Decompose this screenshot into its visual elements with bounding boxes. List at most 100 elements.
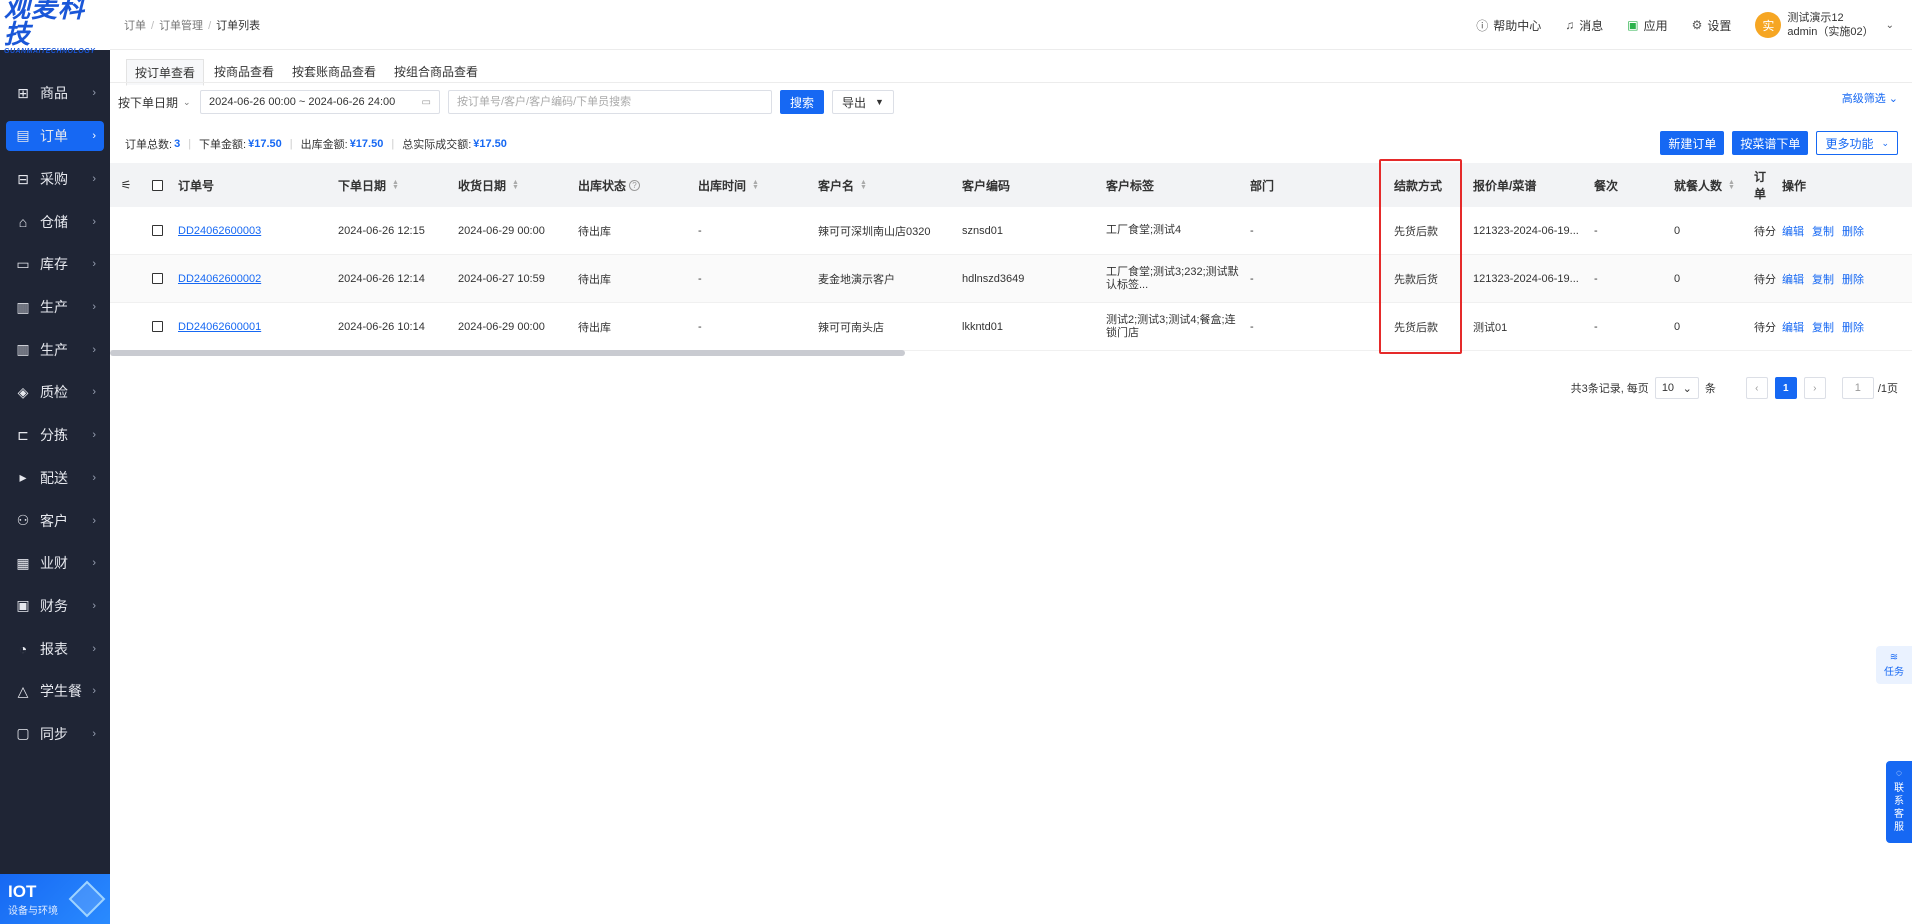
sidebar-item-6[interactable]: ▥ 生产 ›	[0, 328, 110, 371]
sidebar-item-9[interactable]: ▸ 配送 ›	[0, 457, 110, 500]
export-label: 导出	[842, 95, 867, 110]
breadcrumb-item[interactable]: 订单	[124, 20, 146, 32]
col-people-label: 就餐人数	[1674, 178, 1723, 193]
page-jump-input[interactable]: 1	[1841, 377, 1874, 399]
row-checkbox[interactable]	[142, 303, 172, 350]
row-checkbox[interactable]	[142, 255, 172, 302]
chevron-down-icon: ⌄	[1888, 93, 1898, 105]
breadcrumb: 订单 / 订单管理 / 订单列表	[124, 19, 261, 32]
date-type-select[interactable]: 按下单日期 ⌄	[118, 94, 200, 111]
order-id-link[interactable]: DD24062600001	[172, 303, 332, 350]
order-by-menu-button[interactable]: 按菜谱下单	[1732, 131, 1809, 155]
help-icon[interactable]: ?	[629, 179, 641, 191]
meal: -	[1588, 255, 1668, 302]
sidebar-item-8[interactable]: ⊏ 分拣 ›	[0, 414, 110, 457]
sidebar-item-11[interactable]: ▦ 业财 ›	[0, 542, 110, 585]
iot-banner[interactable]: IOT 设备与环境	[0, 874, 110, 924]
edit-link[interactable]: 编辑	[1782, 319, 1804, 335]
recv-date: 2024-06-29 00:00	[452, 207, 572, 254]
sidebar-item-5[interactable]: ▥ 生产 ›	[0, 286, 110, 329]
cs-char: 服	[1894, 822, 1904, 833]
logo-brand: 观麦科技	[4, 0, 86, 50]
sidebar-item-10[interactable]: ⚇ 客户 ›	[0, 499, 110, 542]
order-id-link[interactable]: DD24062600002	[172, 255, 332, 302]
messages-button[interactable]: ♫ 消息	[1565, 17, 1603, 34]
copy-link[interactable]: 复制	[1812, 319, 1834, 335]
sidebar-item-14[interactable]: △ 学生餐 ›	[0, 670, 110, 713]
advanced-filter-link[interactable]: 高级筛选 ⌄	[1842, 90, 1898, 106]
row-spacer	[110, 207, 142, 254]
new-order-button[interactable]: 新建订单	[1660, 131, 1725, 155]
page-1-button[interactable]: 1	[1774, 377, 1797, 399]
sync-icon: ▢	[16, 725, 30, 742]
row-spacer	[110, 303, 142, 350]
edit-link[interactable]: 编辑	[1782, 271, 1804, 287]
sidebar-item-12[interactable]: ▣ 财务 ›	[0, 585, 110, 628]
export-button[interactable]: 导出 ▼	[832, 90, 894, 114]
row-checkbox[interactable]	[142, 207, 172, 254]
edit-link[interactable]: 编辑	[1782, 223, 1804, 239]
sidebar-item-1[interactable]: ▤ 订单 ›	[6, 120, 104, 151]
col-people[interactable]: 就餐人数 ▲ ▼	[1668, 163, 1748, 207]
sidebar: 观麦科技 GUANMAITECHNOLOGY ⊞ 商品 › ▤ 订单 › ⊟ 采购 › ⌂ 仓储 › ▭…	[0, 0, 110, 924]
bell-icon: ♫	[1565, 18, 1575, 32]
order-date-text: 2024-06-26 10:14	[338, 320, 425, 333]
search-button[interactable]: 搜索	[780, 90, 825, 114]
col-order-id: 订单号	[178, 178, 215, 193]
sidebar-item-3[interactable]: ⌂ 仓储 ›	[0, 200, 110, 243]
sidebar-item-label: 配送	[40, 469, 68, 486]
out-status-text: 待出库	[578, 321, 611, 334]
sidebar-item-15[interactable]: ▢ 同步 ›	[0, 713, 110, 756]
col-customer[interactable]: 客户名 ▲ ▼	[812, 163, 956, 207]
date-range-picker[interactable]: 2024-06-26 00:00 ~ 2024-06-26 24:00 ▭	[200, 90, 440, 114]
copy-link[interactable]: 复制	[1812, 223, 1834, 239]
copy-link[interactable]: 复制	[1812, 271, 1834, 287]
delete-link[interactable]: 删除	[1842, 319, 1864, 335]
sidebar-item-2[interactable]: ⊟ 采购 ›	[0, 158, 110, 201]
amount-value: ¥17.50	[248, 138, 282, 150]
col-order-date-label: 下单日期	[338, 178, 387, 193]
order-id-link[interactable]: DD24062600003	[172, 207, 332, 254]
task-float-button[interactable]: ≋ 任务	[1876, 646, 1912, 684]
meal-text: -	[1594, 224, 1598, 237]
people: 0	[1668, 303, 1748, 350]
search-input[interactable]	[448, 90, 772, 114]
user-menu[interactable]: 实 测试演示12 admin（实施02） ⌄	[1755, 11, 1894, 39]
col-out-time-label: 出库时间	[698, 178, 747, 193]
chevron-right-icon: ›	[92, 599, 96, 612]
sidebar-item-0[interactable]: ⊞ 商品 ›	[0, 72, 110, 115]
select-all-checkbox[interactable]	[142, 163, 172, 207]
delete-link[interactable]: 删除	[1842, 271, 1864, 287]
col-order-date[interactable]: 下单日期 ▲ ▼	[332, 163, 452, 207]
column-settings-icon[interactable]: ⚟	[110, 163, 142, 207]
col-out-time[interactable]: 出库时间 ▲ ▼	[692, 163, 812, 207]
col-recv-date[interactable]: 收货日期 ▲ ▼	[452, 163, 572, 207]
page-size-select[interactable]: 10 ⌄	[1654, 377, 1699, 399]
out-time: -	[692, 207, 812, 254]
breadcrumb-item[interactable]: 订单管理	[159, 20, 203, 32]
sort-icon: ▲ ▼	[392, 179, 399, 191]
customer-service-button[interactable]: ◌ 联 系 客 服	[1886, 761, 1912, 843]
caret-down-icon: ▼	[875, 97, 884, 107]
chevron-right-icon: ›	[92, 557, 96, 570]
settings-button[interactable]: ⚙ 设置	[1692, 17, 1732, 34]
sidebar-item-7[interactable]: ◈ 质检 ›	[0, 371, 110, 414]
chevron-down-icon: ⌄	[1682, 382, 1692, 395]
user-name: 测试演示12	[1787, 12, 1844, 24]
next-page-button[interactable]: ›	[1803, 377, 1826, 399]
horizontal-scrollbar[interactable]	[110, 350, 905, 356]
recv-date-text: 2024-06-29 00:00	[458, 224, 545, 237]
customer-name-text: 辣可可深圳南山店0320	[818, 225, 931, 238]
prev-page-button[interactable]: ‹	[1745, 377, 1768, 399]
apps-button[interactable]: ▣ 应用	[1627, 17, 1667, 34]
sidebar-item-4[interactable]: ▭ 库存 ›	[0, 243, 110, 286]
table-body: DD24062600003 2024-06-26 12:15 2024-06-29 …	[110, 207, 1912, 351]
sidebar-item-13[interactable]: ◔ 报表 ›	[0, 627, 110, 670]
customer-code: sznsd01	[956, 207, 1100, 254]
more-functions-button[interactable]: 更多功能 ⌄	[1816, 131, 1898, 155]
logo[interactable]: 观麦科技 GUANMAITECHNOLOGY	[0, 0, 110, 55]
customer-code: lkkntd01	[956, 303, 1100, 350]
help-center-button[interactable]: ⓘ 帮助中心	[1476, 17, 1541, 34]
out-time: -	[692, 303, 812, 350]
delete-link[interactable]: 删除	[1842, 223, 1864, 239]
